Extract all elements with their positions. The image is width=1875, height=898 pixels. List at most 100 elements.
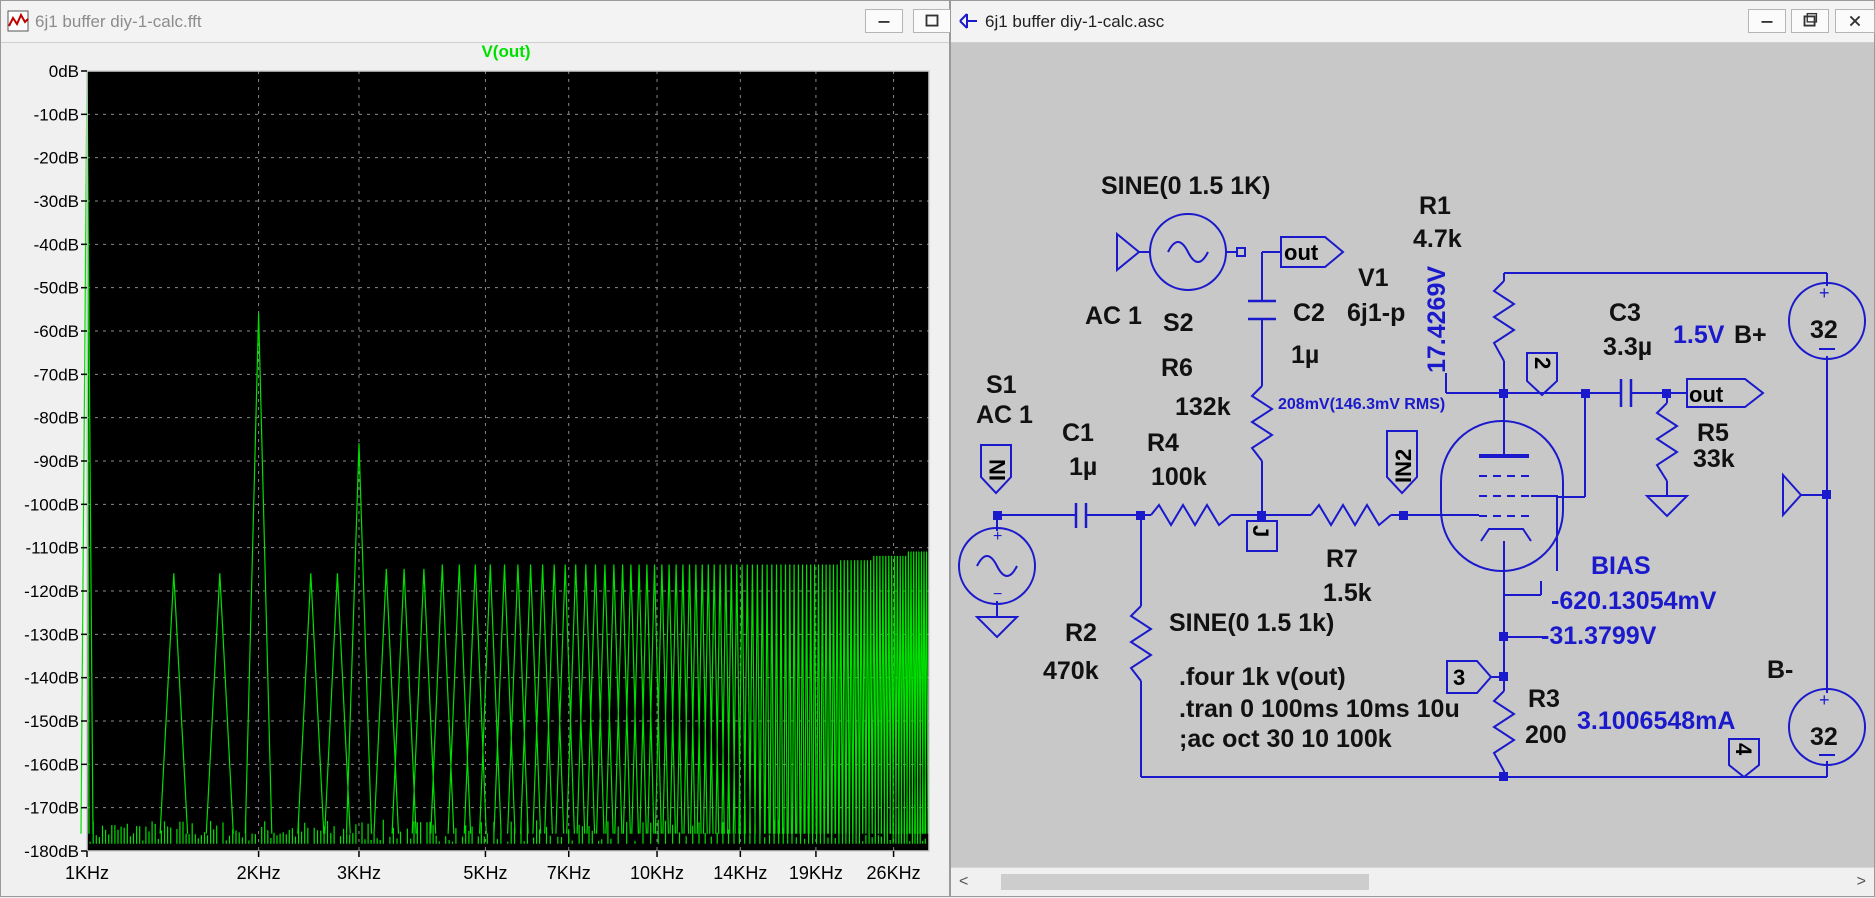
r1-voltage: 17.4269V — [1423, 266, 1451, 373]
y-tick-label: -40dB — [34, 235, 79, 254]
spectrum-peak — [707, 564, 709, 566]
y-tick-label: -100dB — [24, 495, 79, 514]
spectrum-peak — [821, 564, 824, 566]
close-icon — [1849, 15, 1861, 27]
y-tick-label: -110dB — [25, 539, 79, 558]
spectrum-peak — [638, 564, 640, 566]
s1-sine: SINE(0 1.5 1k) — [1169, 609, 1334, 637]
spectrum-peak — [829, 564, 831, 566]
spectrum-peak — [701, 564, 703, 566]
spectrum-peak — [517, 564, 519, 566]
net-out-right: out — [1689, 382, 1724, 407]
svg-text:+: + — [1819, 283, 1830, 303]
spectrum-peak — [336, 573, 338, 575]
spectrum-peak — [905, 555, 907, 557]
spectrum-peak — [258, 313, 260, 315]
horizontal-scrollbar[interactable]: < > — [951, 867, 1874, 896]
r5-symbol — [1655, 402, 1679, 482]
x-tick-label: 10KHz — [630, 863, 684, 883]
spectrum-peak — [817, 564, 820, 566]
x-tick-label: 3KHz — [337, 863, 381, 883]
r7-value: 1.5k — [1323, 579, 1372, 607]
spectrum-peak — [832, 564, 835, 566]
plot-background[interactable] — [87, 71, 929, 851]
y-tick-label: -80dB — [34, 409, 79, 428]
directive-ac: ;ac oct 30 10 100k — [1179, 725, 1392, 753]
bplus-voltage: 1.5V — [1673, 321, 1725, 349]
c2-value: 1µ — [1291, 341, 1319, 369]
spectrum-peak — [876, 555, 878, 557]
spectrum-peak — [474, 564, 476, 566]
v1-name: V1 — [1358, 264, 1389, 292]
spectrum-peak — [870, 560, 872, 562]
spectrum-peak — [806, 564, 808, 566]
y-tick-label: -30dB — [34, 192, 79, 211]
schematic-maximize-button[interactable] — [1791, 9, 1829, 33]
spectrum-peak — [761, 564, 763, 566]
schematic-canvas[interactable]: + − + + IN IN2 J out out 2 3 4 S1 AC 1 C… — [951, 43, 1874, 896]
schematic-close-button[interactable] — [1835, 9, 1875, 33]
y-tick-label: -150dB — [24, 712, 79, 731]
minimize-icon — [1761, 21, 1773, 23]
spectrum-peak — [879, 555, 881, 557]
spectrum-peak — [736, 564, 738, 566]
scroll-right-arrow[interactable]: > — [1857, 873, 1866, 891]
fft-plot-area[interactable]: 0dB -10dB -20dB -30dB -40dB -50dB -60dB -70dB -8… — [1, 43, 949, 896]
y-tick-label: -160dB — [24, 755, 79, 774]
spectrum-peak — [797, 564, 800, 566]
spectrum-peak — [458, 564, 460, 566]
fft-chart[interactable]: 0dB -10dB -20dB -30dB -40dB -50dB -60dB -70dB -8… — [1, 43, 949, 898]
spectrum-peak — [873, 555, 875, 557]
fft-titlebar[interactable]: 6j1 buffer diy-1-calc.fft — [1, 1, 951, 43]
spectrum-peak — [775, 564, 778, 566]
spectrum-peak — [585, 564, 587, 566]
svg-text:+: + — [1819, 690, 1830, 710]
tube-v1 — [1440, 420, 1564, 572]
spectrum-peak — [793, 564, 795, 566]
y-tick-label: -130dB — [24, 625, 79, 644]
directive-tran: .tran 0 100ms 10ms 10u — [1179, 695, 1460, 723]
spectrum-peak — [853, 560, 856, 562]
spectrum-peak — [866, 560, 869, 562]
r6-value: 132k — [1175, 393, 1231, 421]
spectrum-peak — [891, 555, 893, 557]
r7-symbol — [1310, 503, 1392, 527]
r3-value: 200 — [1525, 721, 1567, 749]
x-tick-label: 7KHz — [547, 863, 591, 883]
spectrum-peak — [646, 564, 648, 566]
schematic-titlebar[interactable]: 6j1 buffer diy-1-calc.asc — [951, 1, 1875, 43]
schematic-drawing[interactable]: + − + + IN IN2 J out out 2 3 4 S1 AC 1 C… — [951, 43, 1874, 896]
s2-sine: SINE(0 1.5 1K) — [1101, 172, 1271, 200]
fft-maximize-button[interactable] — [913, 9, 951, 33]
spectrum-peak — [553, 564, 555, 566]
y-tick-label: -170dB — [24, 799, 79, 818]
x-tick-label: 5KHz — [463, 863, 507, 883]
s2-ac: AC 1 — [1085, 302, 1142, 330]
r1-value: 4.7k — [1413, 225, 1462, 253]
schematic-minimize-button[interactable] — [1748, 9, 1786, 33]
scroll-left-arrow[interactable]: < — [959, 873, 968, 891]
spectrum-peak — [863, 560, 865, 562]
x-axis-ticks: 1KHz 2KHz 3KHz 5KHz 7KHz 10KHz 14KHz 19KHz 26KHz — [65, 851, 921, 883]
trace-title[interactable]: V(out) — [481, 43, 530, 61]
y-tick-label: -140dB — [24, 669, 79, 688]
spectrum-peak — [653, 564, 656, 566]
spectrum-peak — [530, 564, 532, 566]
r3-symbol — [1492, 690, 1516, 772]
r7-name: R7 — [1326, 545, 1358, 573]
restore-icon — [1803, 12, 1818, 27]
cathode-voltage: -31.3799V — [1541, 622, 1657, 650]
rms-annotation: 208mV(146.3mV RMS) — [1278, 396, 1445, 413]
spectrum-peak — [925, 551, 928, 553]
spectrum-peak — [910, 551, 912, 553]
spectrum-peak — [893, 555, 896, 557]
spectrum-peak — [219, 573, 221, 575]
fft-minimize-button[interactable] — [865, 9, 903, 33]
scroll-thumb[interactable] — [1001, 874, 1369, 890]
spectrum-peak — [840, 560, 842, 562]
net-out-left: out — [1284, 240, 1319, 265]
spectrum-peak — [741, 564, 743, 566]
schematic-window: 6j1 buffer diy-1-calc.asc + − + + IN IN2… — [950, 0, 1875, 897]
net-j: J — [1248, 525, 1273, 537]
x-tick-label: 1KHz — [65, 863, 109, 883]
